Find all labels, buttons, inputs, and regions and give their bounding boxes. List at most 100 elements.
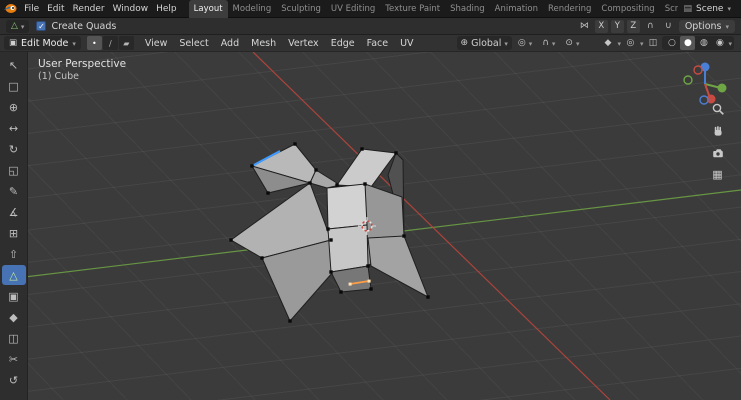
chevron-down-icon [640,38,644,49]
blender-logo-icon[interactable] [0,3,20,14]
gizmo-y-axis-ball[interactable] [717,83,727,93]
menu-vertex[interactable]: Vertex [283,35,324,52]
mirror-z-toggle[interactable]: Z [626,19,640,33]
zoom-button[interactable] [709,100,726,117]
snap-toggle[interactable]: ∩ [538,36,559,50]
tool-select-box[interactable]: □ [2,76,26,96]
menu-select[interactable]: Select [174,35,213,52]
snapping-icon[interactable]: ∩ [643,20,658,33]
edit-mode-icon: ▣ [9,38,18,48]
options-label: Options [684,20,722,32]
mesh-face[interactable] [326,183,368,230]
gizmo-z-neg-ball[interactable] [699,95,709,105]
pivot-dropdown[interactable]: ◎ [514,36,536,50]
options-dropdown[interactable]: Options [678,19,735,33]
create-quads-checkbox[interactable] [36,21,47,31]
orientation-icon: ⊕ [460,38,469,48]
menu-render[interactable]: Render [69,0,109,18]
blender-logo-graphic [3,4,17,13]
viewport-3d[interactable]: User Perspective (1) Cube ▦ [0,52,741,400]
tool-shelf: ↖ □ ⊕ ↔ ↻ ◱ ✎ ∡ ⊞ ⇧ △ ▣ ◆ ◫ ✂ ↺ [0,52,28,400]
tool-extrude-region[interactable]: ⇧ [2,244,26,264]
chevron-down-icon [727,4,731,14]
mode-dropdown[interactable]: ▣ Edit Mode [4,36,81,50]
gizmo-y-neg-ball[interactable] [683,75,693,85]
tool-tweak[interactable]: ↖ [2,55,26,75]
tool-measure[interactable]: ∡ [2,202,26,222]
gizmo-dropdown[interactable]: ◆ [600,36,615,50]
tool-settings-bar: △ Create Quads ⋈ X Y Z ∩ ∪ Options [0,18,741,35]
menu-file[interactable]: File [20,0,43,18]
navigation-gizmo[interactable] [681,58,729,106]
overlays-dropdown[interactable]: ◎ [623,36,638,50]
tool-cursor[interactable]: ⊕ [2,97,26,117]
tool-rotate[interactable]: ↻ [2,139,26,159]
tool-knife[interactable]: ✂ [2,349,26,369]
shading-material-button[interactable]: ◍ [696,36,711,50]
poly-build-tool-icon: △ [11,20,18,31]
menu-edit[interactable]: Edit [43,0,68,18]
menu-help[interactable]: Help [152,0,181,18]
vertex-select-button[interactable]: • [86,36,102,50]
hand-icon [714,125,722,136]
menu-add[interactable]: Add [216,35,244,52]
mesh-face[interactable] [367,235,429,298]
chevron-down-icon [21,21,25,32]
falloff-icon[interactable]: ∪ [661,20,676,33]
scene-selector[interactable]: ▤ Scene [678,4,741,14]
gizmo-x-neg-ball[interactable] [693,65,703,75]
tool-bevel[interactable]: ◆ [2,307,26,327]
tool-inset-faces[interactable]: ▣ [2,286,26,306]
tool-poly-build[interactable]: △ [1,265,26,285]
camera-view-button[interactable] [709,144,726,161]
mirror-x-toggle[interactable]: X [594,19,608,33]
mesh-object[interactable] [230,143,429,322]
workspace-tab-texture-paint[interactable]: Texture Paint [380,0,445,18]
orientation-label: Global [471,37,502,49]
viewport-display-options: ◆ ◎ ◫ ○ ● ◍ ◉ [600,36,737,50]
face-select-button[interactable]: ▰ [118,36,134,50]
mirror-y-toggle[interactable]: Y [610,19,624,33]
scene-name: Scene [696,3,724,14]
menu-view[interactable]: View [140,35,173,52]
shading-rendered-button[interactable]: ◉ [712,36,727,50]
workspace-tab-layout[interactable]: Layout [188,0,228,18]
workspace-tab-shading[interactable]: Shading [445,0,490,18]
edge-select-button[interactable]: ∕ [102,36,118,50]
menu-uv[interactable]: UV [395,35,418,52]
workspace-tab-compositing[interactable]: Compositing [596,0,659,18]
pivot-icon: ◎ [517,38,526,48]
workspace-tab-animation[interactable]: Animation [490,0,543,18]
tool-loop-cut[interactable]: ◫ [2,328,26,348]
workspace-tab-uv-editing[interactable]: UV Editing [326,0,380,18]
active-tool-indicator[interactable]: △ [6,19,30,33]
menu-edge[interactable]: Edge [326,35,360,52]
workspace-tab-scripting[interactable]: Scripting [660,0,678,18]
workspace-tab-rendering[interactable]: Rendering [543,0,596,18]
proportional-editing-dropdown[interactable]: ⊙ [561,36,583,50]
mesh-face[interactable] [327,224,369,273]
topbar: File Edit Render Window Help Layout Mode… [0,0,741,18]
viewport-side-buttons: ▦ [709,100,726,183]
menu-window[interactable]: Window [109,0,153,18]
tool-move[interactable]: ↔ [2,118,26,138]
chevron-down-icon [725,21,729,32]
mesh-face[interactable] [336,148,397,188]
menu-face[interactable]: Face [362,35,393,52]
tool-add-cube[interactable]: ⊞ [2,223,26,243]
shading-wireframe-button[interactable]: ○ [664,36,679,50]
workspace-tab-sculpting[interactable]: Sculpting [276,0,326,18]
workspace-tab-modeling[interactable]: Modeling [228,0,277,18]
pan-button[interactable] [709,122,726,139]
toggle-ortho-button[interactable]: ▦ [709,166,726,183]
tool-annotate[interactable]: ✎ [2,181,26,201]
orientation-dropdown[interactable]: ⊕ Global [456,36,512,50]
chevron-down-icon [72,38,76,49]
proportional-icon: ⊙ [565,38,573,48]
viewport-canvas[interactable] [0,52,741,400]
tool-scale[interactable]: ◱ [2,160,26,180]
xray-toggle[interactable]: ◫ [645,36,660,50]
tool-spin[interactable]: ↺ [2,370,26,390]
menu-mesh[interactable]: Mesh [246,35,281,52]
shading-solid-button[interactable]: ● [680,36,696,50]
